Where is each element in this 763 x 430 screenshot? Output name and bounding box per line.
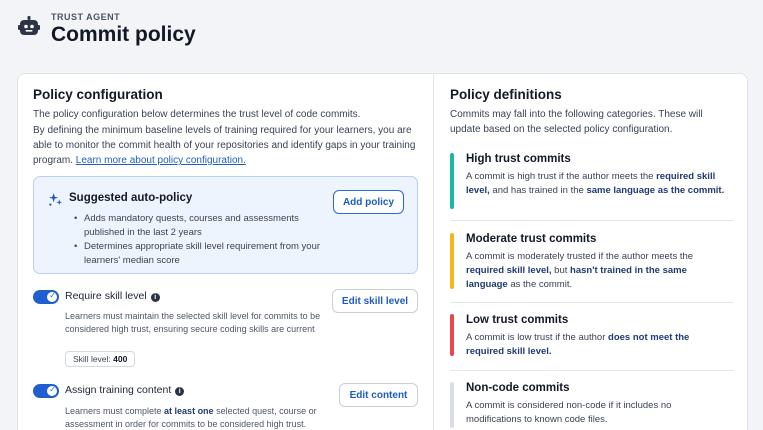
assign-training-label: Assign training content (65, 384, 172, 396)
sparkle-icon (48, 192, 63, 206)
divider (450, 370, 734, 371)
page-header: TRUST AGENT Commit policy (18, 10, 758, 50)
skill-level-value: 400 (113, 354, 128, 364)
edit-skill-level-button[interactable]: Edit skill level (332, 289, 418, 313)
suggested-bullets: Adds mandatory quests, courses and asses… (74, 212, 324, 268)
require-skill-toggle[interactable]: ✓ (33, 290, 59, 304)
config-body: By defining the minimum baseline levels … (33, 123, 425, 168)
training-description: Learners must complete at least one sele… (65, 405, 335, 430)
info-icon[interactable]: i (150, 293, 160, 302)
suggested-bullet: Determines appropriate skill level requi… (74, 240, 324, 267)
skill-description: Learners must maintain the selected skil… (65, 311, 321, 334)
skill-level-chip-label: Skill level: (73, 354, 111, 364)
definitions-intro: Commits may fall into the following cate… (450, 109, 703, 135)
require-skill-label: Require skill level (65, 290, 147, 302)
definition-title: High trust commits (466, 153, 571, 165)
text: A commit is low trust if the author (466, 332, 609, 343)
text: and has trained in the (489, 185, 587, 196)
add-policy-button[interactable]: Add policy (333, 190, 404, 214)
low-trust-definition: Low trust commits A commit is low trust … (450, 314, 734, 358)
definitions-title: Policy definitions (450, 87, 562, 102)
require-skill-option: Require skill level i (65, 290, 160, 302)
policy-card: Policy configuration The policy configur… (17, 73, 748, 430)
assign-training-toggle[interactable]: ✓ (33, 384, 59, 398)
emphasis: same language as the commit. (586, 185, 725, 196)
policy-configuration-panel: Policy configuration The policy configur… (18, 74, 433, 430)
suggested-auto-policy: Suggested auto-policy Adds mandatory que… (33, 176, 418, 274)
moderate-trust-color-bar (450, 233, 454, 289)
definition-title: Non-code commits (466, 382, 570, 394)
learn-more-link[interactable]: Learn more about policy configuration. (76, 155, 246, 166)
definition-text: A commit is low trust if the author does… (466, 331, 726, 359)
definition-title: Moderate trust commits (466, 233, 597, 245)
page-title: Commit policy (51, 23, 196, 46)
info-icon[interactable]: i (175, 387, 185, 396)
text: A commit is high trust if the author mee… (466, 171, 657, 182)
assign-training-option: Assign training content i (65, 384, 185, 396)
definition-text: A commit is high trust if the author mee… (466, 170, 726, 198)
suggested-title: Suggested auto-policy (69, 192, 193, 204)
robot-icon (18, 16, 40, 35)
config-title: Policy configuration (33, 87, 163, 102)
non-code-color-bar (450, 382, 454, 428)
emphasis: required skill level, (466, 265, 552, 276)
training-desc-emphasis: at least one (164, 406, 214, 416)
training-desc-text: Learners must complete (65, 406, 165, 416)
definition-title: Low trust commits (466, 314, 569, 326)
check-icon: ✓ (49, 385, 56, 394)
divider (450, 302, 734, 303)
divider (450, 220, 734, 221)
non-code-definition: Non-code commits A commit is considered … (450, 382, 734, 430)
text: as the commit. (507, 279, 573, 290)
check-icon: ✓ (49, 291, 56, 300)
eyebrow-label: TRUST AGENT (51, 12, 121, 22)
config-intro: The policy configuration below determine… (33, 109, 361, 120)
policy-definitions-panel: Policy definitions Commits may fall into… (433, 74, 747, 430)
suggested-bullet: Adds mandatory quests, courses and asses… (74, 212, 324, 239)
edit-content-button[interactable]: Edit content (339, 383, 418, 407)
definition-text: A commit is moderately trusted if the au… (466, 250, 726, 292)
low-trust-color-bar (450, 314, 454, 356)
text: A commit is moderately trusted if the au… (466, 251, 694, 262)
text: but (551, 265, 571, 276)
moderate-trust-definition: Moderate trust commits A commit is moder… (450, 233, 734, 291)
high-trust-definition: High trust commits A commit is high trus… (450, 153, 734, 211)
skill-level-chip: Skill level: 400 (65, 351, 136, 367)
definition-text: A commit is considered non-code if it in… (466, 400, 672, 425)
high-trust-color-bar (450, 153, 454, 209)
